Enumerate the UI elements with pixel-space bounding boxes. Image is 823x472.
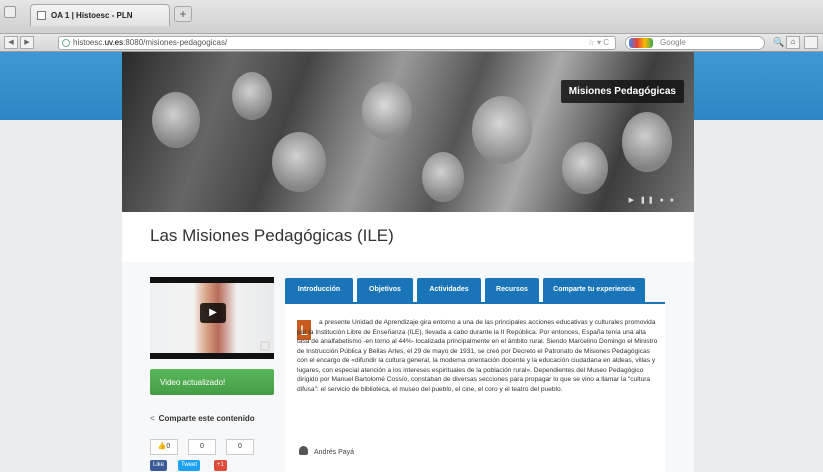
video-player[interactable]: ▶ xyxy=(150,277,274,359)
tab-actividades[interactable]: Actividades xyxy=(417,278,481,302)
plusone-count: 0 xyxy=(226,439,254,455)
photo-face xyxy=(232,72,272,120)
home-icon[interactable]: ⌂ xyxy=(786,36,800,49)
photo-face xyxy=(362,82,412,140)
intro-paragraph: a presente Unidad de Aprendizaje gira en… xyxy=(297,319,658,393)
search-placeholder: Google xyxy=(660,38,686,47)
hero-banner: Misiones Pedagógicas ▶ ❚❚ ● ● xyxy=(122,52,694,212)
video-updated-alert: Video actualizado! xyxy=(150,369,274,395)
photo-face xyxy=(272,132,326,192)
slider-controls[interactable]: ▶ ❚❚ ● ● xyxy=(629,196,676,204)
browser-toolbar: ◀ ▶ histoesc.uv.es:8080/misiones-pedagog… xyxy=(0,34,823,52)
share-icon: < xyxy=(150,414,155,423)
tweet-count: 0 xyxy=(188,439,216,455)
url-prefix: histoesc. xyxy=(73,38,105,47)
tab-bar: OA 1 | Histoesc - PLN + xyxy=(0,0,823,34)
photo-face xyxy=(422,152,464,202)
search-box[interactable]: Google xyxy=(625,36,765,50)
google-icon xyxy=(629,38,653,48)
main-content: ▶ Video actualizado! < Comparte este cont… xyxy=(122,262,694,472)
tab-comparte[interactable]: Comparte tu experiencia xyxy=(543,278,645,302)
tab-title: OA 1 | Histoesc - PLN xyxy=(51,11,133,20)
new-tab-button[interactable]: + xyxy=(174,6,192,22)
url-path: :8080/misiones-pedagogicas/ xyxy=(123,38,228,47)
author-name: Andrés Payá xyxy=(314,449,355,456)
forward-button[interactable]: ▶ xyxy=(20,36,34,49)
like-count: 👍0 xyxy=(150,439,178,455)
browser-window: OA 1 | Histoesc - PLN + ◀ ▶ histoesc.uv.… xyxy=(0,0,823,472)
window-menu-button[interactable] xyxy=(4,6,16,18)
tab-introduccion[interactable]: Introducción xyxy=(285,278,353,302)
hero-title: Misiones Pedagógicas xyxy=(560,80,684,103)
photo-face xyxy=(472,96,532,164)
bookmark-star-icon[interactable]: ☆ ▾ C xyxy=(588,37,609,49)
photo-face xyxy=(562,142,608,194)
author-line: Andrés Payá xyxy=(299,446,354,456)
content-panel: L a presente Unidad de Aprendizaje gira … xyxy=(285,302,665,472)
tab-recursos[interactable]: Recursos xyxy=(485,278,539,302)
share-heading: < Comparte este contenido xyxy=(150,414,255,423)
search-icon[interactable]: 🔍 xyxy=(773,37,784,48)
tab-objetivos[interactable]: Objetivos xyxy=(357,278,413,302)
extension-icon[interactable] xyxy=(804,36,818,49)
address-bar[interactable]: histoesc.uv.es:8080/misiones-pedagogicas… xyxy=(58,36,616,50)
favicon-icon xyxy=(37,11,46,20)
page-title: Las Misiones Pedagógicas (ILE) xyxy=(150,226,394,245)
share-label: Comparte este contenido xyxy=(158,414,255,423)
photo-face xyxy=(152,92,200,148)
url-domain: uv.es xyxy=(104,38,124,47)
play-button[interactable]: ▶ xyxy=(200,303,226,323)
google-plus-button[interactable]: +1 xyxy=(214,460,227,471)
globe-icon xyxy=(62,39,70,47)
tweet-button[interactable]: Tweet xyxy=(178,460,201,471)
fullscreen-icon[interactable] xyxy=(260,341,270,351)
facebook-like-button[interactable]: Like xyxy=(150,460,168,471)
user-icon xyxy=(299,446,308,455)
title-band: Las Misiones Pedagógicas (ILE) xyxy=(122,212,694,262)
browser-tab[interactable]: OA 1 | Histoesc - PLN xyxy=(30,4,170,26)
photo-face xyxy=(622,112,672,172)
back-button[interactable]: ◀ xyxy=(4,36,18,49)
